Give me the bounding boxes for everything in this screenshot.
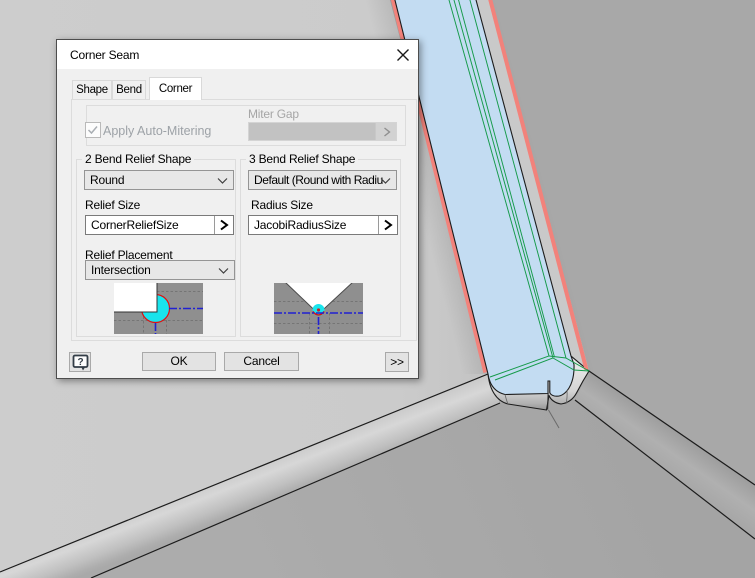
svg-text:?: ? <box>78 357 84 368</box>
